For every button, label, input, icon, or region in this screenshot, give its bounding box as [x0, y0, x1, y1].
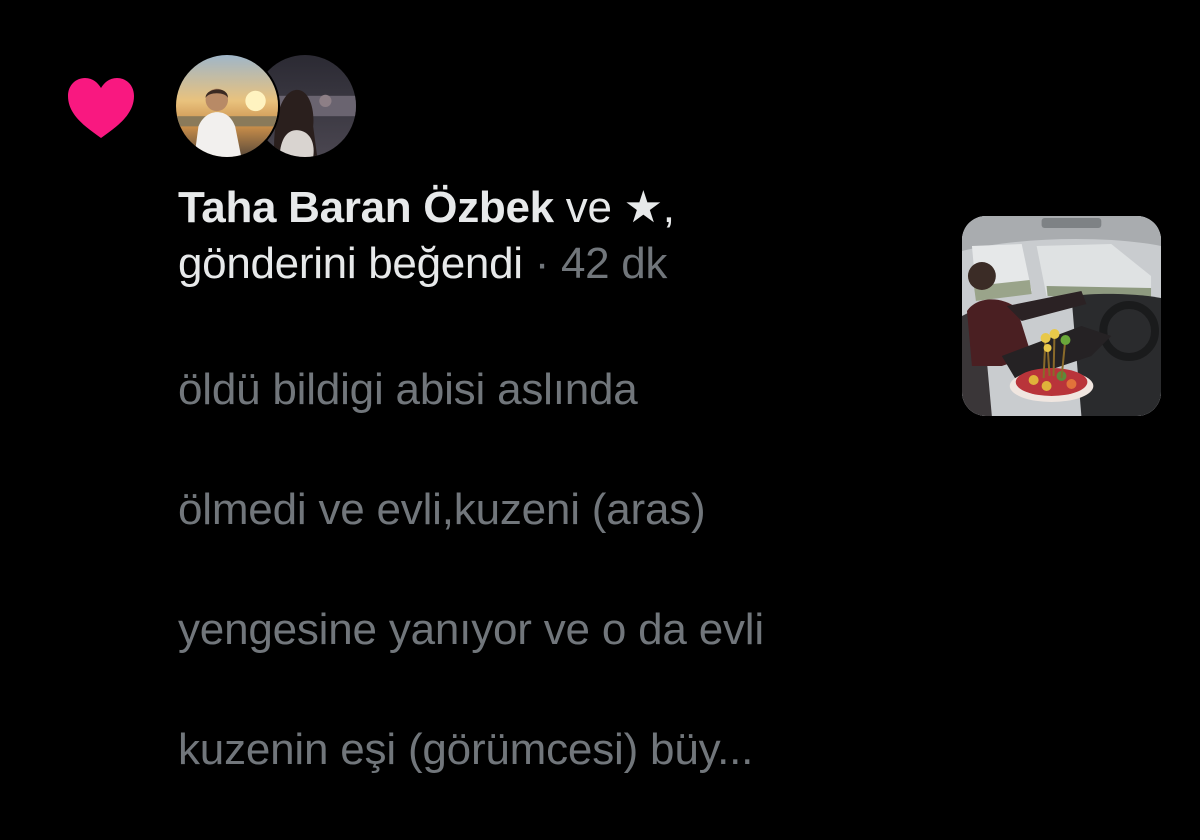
post-preview: öldü bildigi abisi aslında ölmedi ve evl… — [178, 300, 938, 840]
like-notification[interactable]: Taha Baran Özbek ve ★, gönderini beğendi… — [0, 0, 1200, 774]
liker-avatars — [174, 53, 360, 161]
post-thumbnail[interactable] — [962, 216, 1161, 416]
heart-icon — [68, 78, 134, 138]
timestamp: 42 dk — [560, 239, 668, 288]
preview-line: yengesine yanıyor ve o da evli — [178, 605, 764, 654]
actor-name[interactable]: Taha Baran Özbek — [178, 183, 554, 232]
notification-text[interactable]: Taha Baran Özbek ve ★, gönderini beğendi… — [178, 180, 938, 840]
notification-headline: Taha Baran Özbek ve ★, gönderini beğendi… — [178, 180, 938, 292]
avatar[interactable] — [174, 53, 280, 159]
connector-text: ve ★, — [553, 183, 675, 232]
action-text: gönderini beğendi — [178, 239, 523, 288]
preview-line: kuzenin eşi (görümcesi) büy... — [178, 725, 754, 774]
preview-line: ölmedi ve evli,kuzeni (aras) — [178, 485, 706, 534]
preview-line: öldü bildigi abisi aslında — [178, 365, 638, 414]
separator: · — [522, 239, 561, 288]
